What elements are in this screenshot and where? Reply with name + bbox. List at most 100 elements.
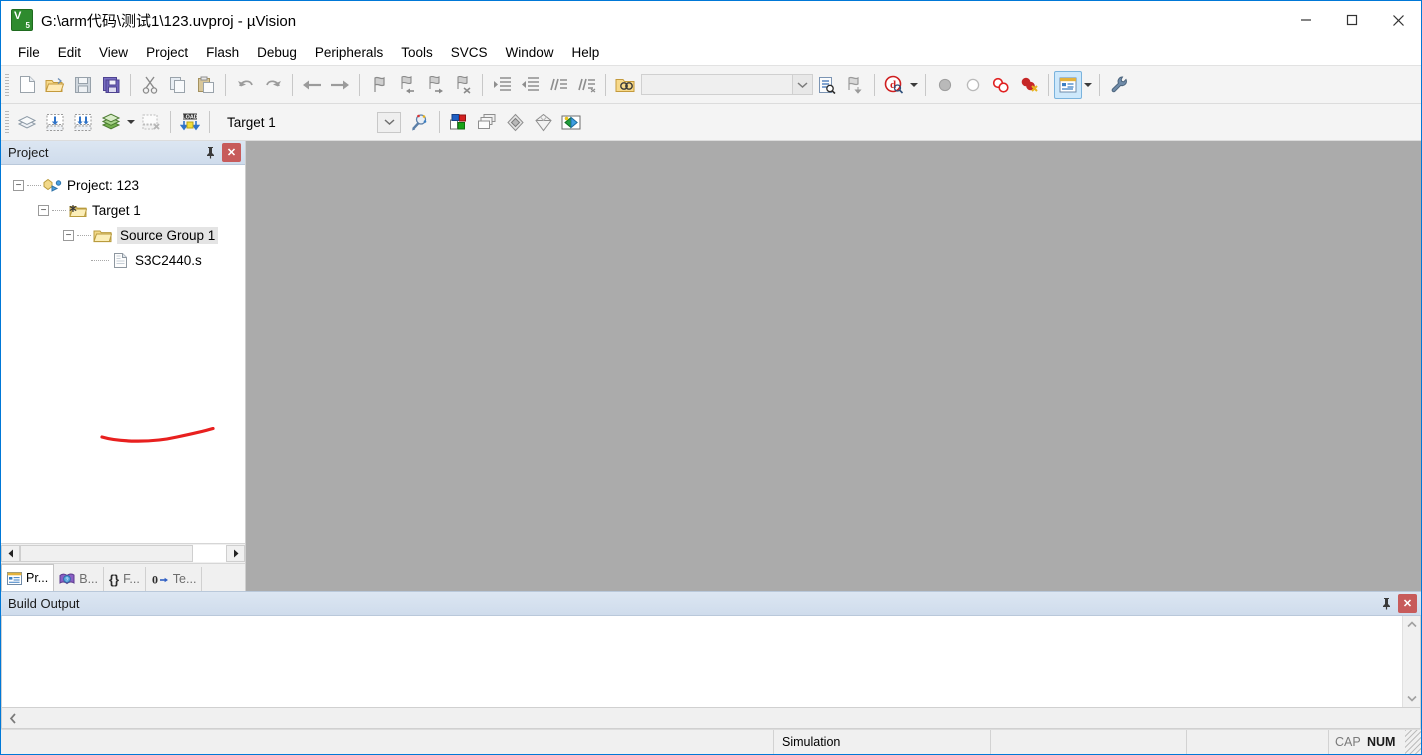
pack-manager-icon[interactable] (557, 108, 585, 136)
menu-item-project[interactable]: Project (137, 41, 197, 64)
forward-icon[interactable] (326, 71, 354, 99)
configure-icon[interactable] (1105, 71, 1133, 99)
breakpoint-insert-icon[interactable] (931, 71, 959, 99)
manage-multi-project-icon[interactable] (473, 108, 501, 136)
project-tree[interactable]: − Project: 123 − Target 1 − Source Group… (1, 165, 245, 543)
target-combo-value[interactable]: Target 1 (227, 115, 377, 130)
pack-installer-icon[interactable] (501, 108, 529, 136)
hscroll-left-arrow-icon[interactable] (1, 545, 20, 562)
tree-node-source-file[interactable]: S3C2440.s (1, 248, 245, 273)
undo-icon[interactable] (231, 71, 259, 99)
hscroll-right-arrow-icon[interactable] (226, 545, 245, 562)
find-icon[interactable] (813, 71, 841, 99)
stop-build-icon[interactable] (137, 108, 165, 136)
breakpoint-disable-all-icon[interactable] (987, 71, 1015, 99)
open-file-icon[interactable] (41, 71, 69, 99)
project-close-icon[interactable]: ✕ (222, 143, 241, 162)
redo-icon[interactable] (259, 71, 287, 99)
cut-icon[interactable] (136, 71, 164, 99)
tab-project[interactable]: Pr... (1, 564, 55, 591)
find-combo-chevron-down-icon[interactable] (792, 75, 812, 94)
close-button[interactable] (1375, 1, 1421, 39)
outdent-icon[interactable] (516, 71, 544, 99)
build-close-icon[interactable]: ✕ (1398, 594, 1417, 613)
build-icon[interactable] (41, 108, 69, 136)
project-tree-hscrollbar[interactable] (1, 543, 245, 563)
menu-item-debug[interactable]: Debug (248, 41, 306, 64)
paste-icon[interactable] (192, 71, 220, 99)
menu-item-help[interactable]: Help (563, 41, 609, 64)
expander-project[interactable]: − (13, 180, 24, 191)
find-in-files-icon[interactable] (611, 71, 639, 99)
build-toolbar-grip[interactable] (5, 111, 9, 133)
bookmark-toggle-icon[interactable] (365, 71, 393, 99)
target-combo-chevron-down-icon[interactable] (377, 111, 401, 133)
tab-functions[interactable]: {} F... (104, 567, 146, 591)
minimize-button[interactable] (1283, 1, 1329, 39)
menu-item-flash[interactable]: Flash (197, 41, 248, 64)
bookmark-next-icon[interactable] (421, 71, 449, 99)
vscroll-down-arrow-icon[interactable] (1403, 690, 1420, 707)
vscroll-up-arrow-icon[interactable] (1403, 616, 1420, 633)
expander-source-group[interactable]: − (63, 230, 74, 241)
menu-item-view[interactable]: View (90, 41, 137, 64)
project-panel-title: Project (8, 145, 49, 160)
toolbar-separator (1048, 73, 1049, 96)
translate-icon[interactable] (13, 108, 41, 136)
tree-label-project: Project: 123 (67, 178, 140, 193)
window-title: G:\arm代码\测试1\123.uvproj - µVision (41, 12, 297, 30)
project-window-dropdown-icon[interactable] (1082, 71, 1094, 99)
save-icon[interactable] (69, 71, 97, 99)
run-utility-icon[interactable] (529, 108, 557, 136)
comment-icon[interactable] (544, 71, 572, 99)
back-icon[interactable] (298, 71, 326, 99)
tree-node-source-group[interactable]: − Source Group 1 (1, 223, 245, 248)
batch-build-dropdown-icon[interactable] (125, 108, 137, 136)
build-output-hscrollbar[interactable] (1, 708, 1421, 729)
build-hscroll-left-arrow-icon[interactable] (2, 709, 23, 728)
project-pin-icon[interactable] (201, 143, 220, 162)
menu-item-tools[interactable]: Tools (392, 41, 442, 64)
bookmark-prev-icon[interactable] (393, 71, 421, 99)
expander-target[interactable]: − (38, 205, 49, 216)
menu-item-svcs[interactable]: SVCS (442, 41, 497, 64)
new-file-icon[interactable] (13, 71, 41, 99)
resize-grip[interactable] (1405, 730, 1421, 754)
build-pin-icon[interactable] (1377, 594, 1396, 613)
uncomment-icon[interactable] (572, 71, 600, 99)
toolbar-separator (359, 73, 360, 96)
start-debug-dropdown-icon[interactable] (908, 71, 920, 99)
tree-node-project[interactable]: − Project: 123 (1, 173, 245, 198)
toolbar-separator (170, 111, 171, 133)
hscroll-track[interactable] (20, 545, 226, 562)
bookmark-list-icon[interactable] (841, 71, 869, 99)
target-options-icon[interactable] (406, 108, 434, 136)
tree-node-target[interactable]: − Target 1 (1, 198, 245, 223)
project-window-icon[interactable] (1054, 70, 1082, 99)
maximize-button[interactable] (1329, 1, 1375, 39)
build-output-text[interactable] (2, 616, 1402, 707)
indent-icon[interactable] (488, 71, 516, 99)
start-debug-icon[interactable]: d (880, 71, 908, 99)
tab-books[interactable]: ? B... (54, 567, 104, 591)
download-icon[interactable]: LOAD (176, 108, 204, 136)
batch-build-icon[interactable] (97, 108, 125, 136)
toolbar-grip[interactable] (5, 73, 9, 96)
breakpoint-disable-icon[interactable] (959, 71, 987, 99)
save-all-icon[interactable] (97, 71, 125, 99)
editor-client-area[interactable] (246, 141, 1421, 591)
menu-item-window[interactable]: Window (496, 41, 562, 64)
menu-item-edit[interactable]: Edit (49, 41, 90, 64)
hscroll-thumb[interactable] (20, 545, 194, 562)
build-output-vscrollbar[interactable] (1402, 616, 1420, 707)
menu-item-peripherals[interactable]: Peripherals (306, 41, 392, 64)
tab-templates[interactable]: 0 Te... (146, 567, 203, 591)
menu-item-file[interactable]: File (9, 41, 49, 64)
copy-icon[interactable] (164, 71, 192, 99)
status-num-indicator: NUM (1367, 735, 1396, 749)
find-combo[interactable] (641, 74, 813, 95)
manage-components-icon[interactable] (445, 108, 473, 136)
bookmark-clear-icon[interactable] (449, 71, 477, 99)
rebuild-icon[interactable] (69, 108, 97, 136)
breakpoint-kill-all-icon[interactable] (1015, 71, 1043, 99)
